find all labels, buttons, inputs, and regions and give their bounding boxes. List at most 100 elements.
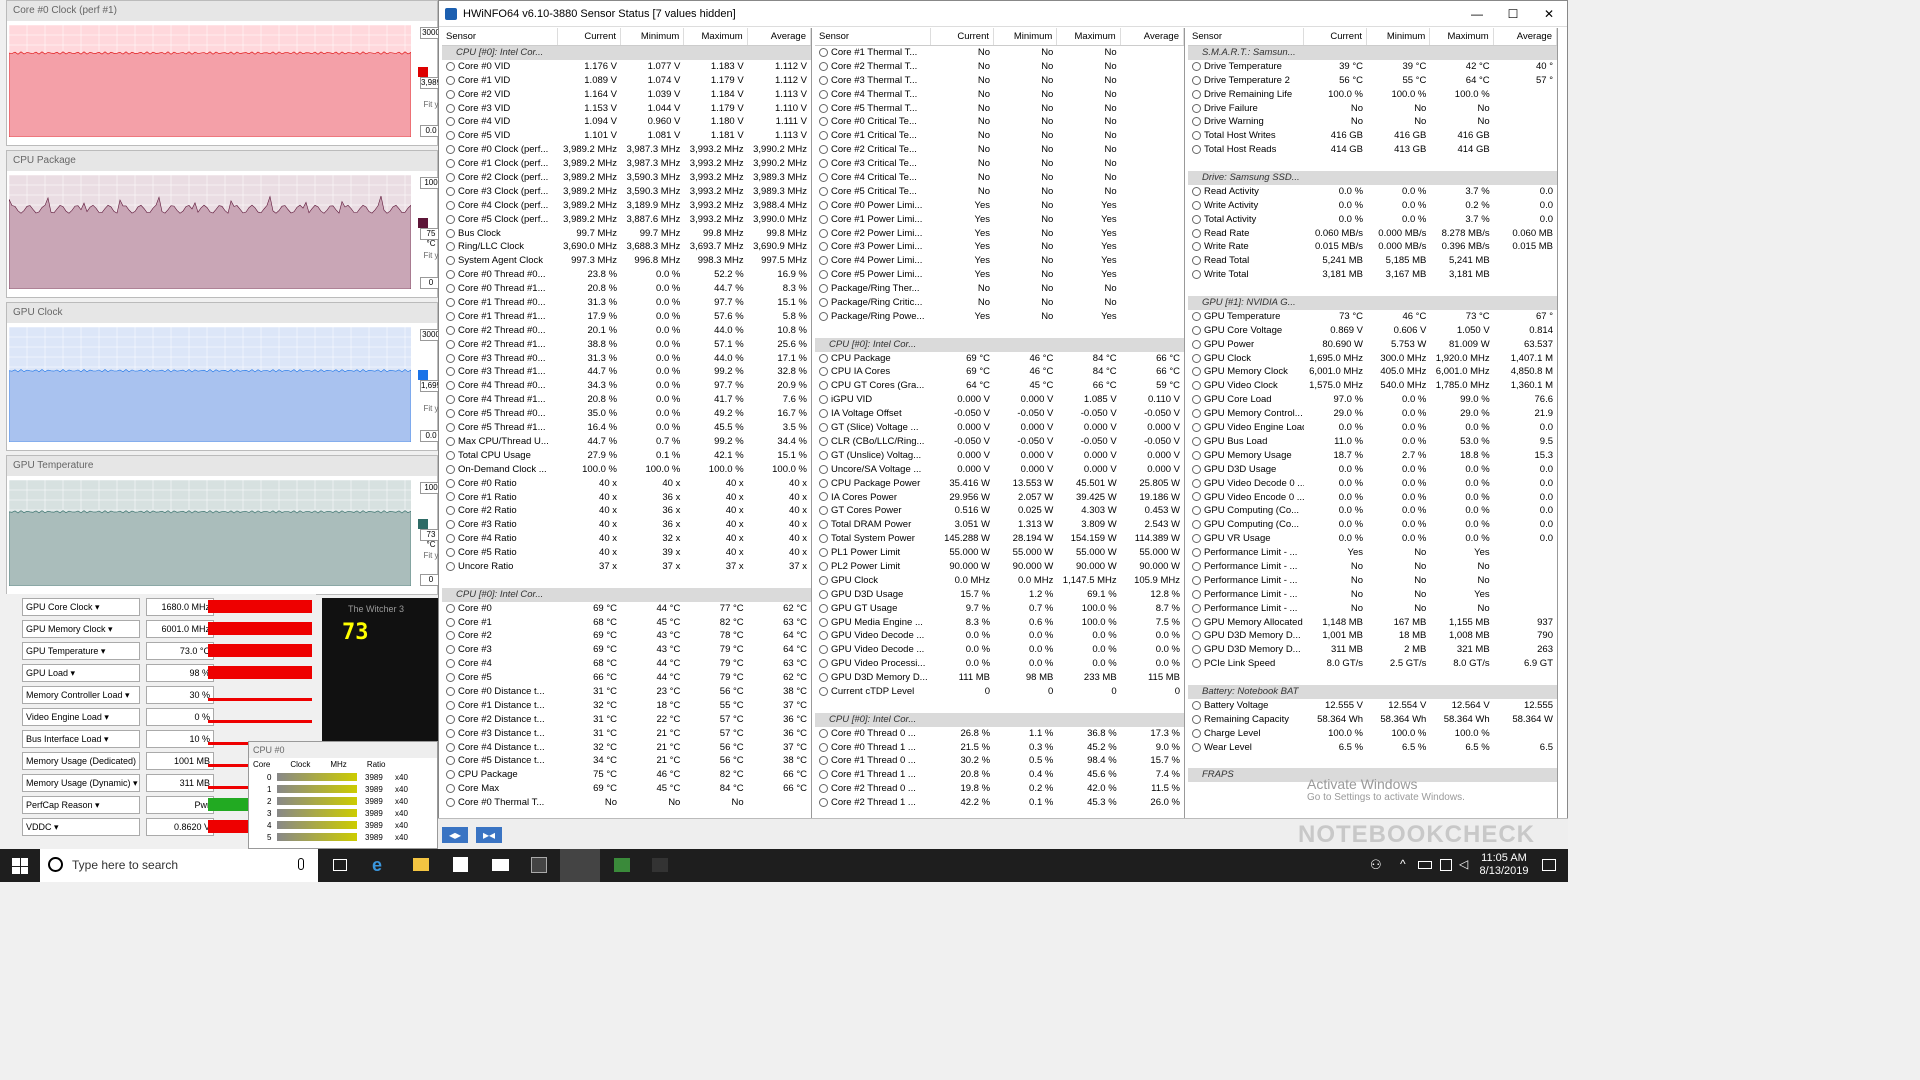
sensor-row[interactable]: GPU Computing (Co... 0.0 % 0.0 % 0.0 % 0.0 bbox=[1188, 518, 1557, 532]
sensor-row[interactable]: Core #4 68 °C 44 °C 79 °C 63 °C bbox=[442, 657, 811, 671]
sensor-row[interactable]: Uncore/SA Voltage ... 0.000 V 0.000 V 0.000… bbox=[815, 463, 1184, 477]
sensor-row[interactable]: Drive Temperature 39 °C 39 °C 42 °C 40 ° bbox=[1188, 60, 1557, 74]
sensor-row[interactable]: Read Rate 0.060 MB/s 0.000 MB/s 8.278 MB/s 0… bbox=[1188, 227, 1557, 241]
sensor-row[interactable]: Core #1 Thread #0... 31.3 % 0.0 % 97.7 % 15.… bbox=[442, 296, 811, 310]
column-header[interactable]: Minimum bbox=[994, 28, 1058, 45]
sensor-row[interactable]: GPU Core Voltage 0.869 V 0.606 V 1.050 V 0.8… bbox=[1188, 324, 1557, 338]
sensor-row[interactable]: Drive Remaining Life 100.0 % 100.0 % 100.0 … bbox=[1188, 88, 1557, 102]
sensor-row[interactable]: GPU Video Processi... 0.0 % 0.0 % 0.0 % 0.0 … bbox=[815, 657, 1184, 671]
osd-row[interactable]: Memory Controller Load ▾ 30 % bbox=[18, 686, 312, 704]
sensor-row[interactable]: GPU Temperature 73 °C 46 °C 73 °C 67 ° bbox=[1188, 310, 1557, 324]
sensor-row[interactable]: Core #5 Distance t... 34 °C 21 °C 56 °C 38 °… bbox=[442, 754, 811, 768]
sensor-row[interactable]: CPU Package 75 °C 46 °C 82 °C 66 °C bbox=[442, 768, 811, 782]
sensor-row[interactable]: GPU D3D Usage 15.7 % 1.2 % 69.1 % 12.8 % bbox=[815, 588, 1184, 602]
sensor-row[interactable]: Core #2 Clock (perf... 3,989.2 MHz 3,590.3… bbox=[442, 171, 811, 185]
sensor-row[interactable]: Core #1 Power Limi... Yes No Yes bbox=[815, 213, 1184, 227]
osd-row[interactable]: GPU Memory Clock ▾ 6001.0 MHz bbox=[18, 620, 312, 638]
sensor-row[interactable]: GPU D3D Memory D... 311 MB 2 MB 321 MB 263 bbox=[1188, 643, 1557, 657]
sensor-row[interactable]: GPU Video Encode 0 ... 0.0 % 0.0 % 0.0 % 0.0 bbox=[1188, 491, 1557, 505]
sensor-row[interactable]: Current cTDP Level 0 0 0 0 bbox=[815, 685, 1184, 699]
osd-label[interactable]: GPU Load ▾ bbox=[22, 664, 140, 682]
sensor-row[interactable]: IA Cores Power 29.956 W 2.057 W 39.425 W 19.… bbox=[815, 491, 1184, 505]
sensor-row[interactable]: Write Activity 0.0 % 0.0 % 0.2 % 0.0 bbox=[1188, 199, 1557, 213]
people-icon[interactable]: ⚇ bbox=[1370, 857, 1382, 873]
sensor-row[interactable]: Core #5 Thread #1... 16.4 % 0.0 % 45.5 % 3.5… bbox=[442, 421, 811, 435]
sensor-row[interactable]: CPU Package 69 °C 46 °C 84 °C 66 °C bbox=[815, 352, 1184, 366]
osd-row[interactable]: GPU Load ▾ 98 % bbox=[18, 664, 312, 682]
sensor-row[interactable]: Read Total 5,241 MB 5,185 MB 5,241 MB bbox=[1188, 254, 1557, 268]
sensor-row[interactable]: GPU Video Decode ... 0.0 % 0.0 % 0.0 % 0.0 % bbox=[815, 643, 1184, 657]
sensor-row[interactable]: CPU IA Cores 69 °C 46 °C 84 °C 66 °C bbox=[815, 365, 1184, 379]
osd-label[interactable]: Video Engine Load ▾ bbox=[22, 708, 140, 726]
sensor-row[interactable]: Core #4 Distance t... 32 °C 21 °C 56 °C 37 °… bbox=[442, 741, 811, 755]
sensor-row[interactable]: Core #4 Thread #0... 34.3 % 0.0 % 97.7 % 20.… bbox=[442, 379, 811, 393]
osd-row[interactable]: GPU Core Clock ▾ 1680.0 MHz bbox=[18, 598, 312, 616]
sensor-row[interactable]: Wear Level 6.5 % 6.5 % 6.5 % 6.5 bbox=[1188, 741, 1557, 755]
osd-row[interactable]: Bus Interface Load ▾ 10 % bbox=[18, 730, 312, 748]
sensor-row[interactable]: Core #1 VID 1.089 V 1.074 V 1.179 V 1.112 V bbox=[442, 74, 811, 88]
sensor-row[interactable]: Core #0 VID 1.176 V 1.077 V 1.183 V 1.112 V bbox=[442, 60, 811, 74]
sensor-row[interactable]: GPU Memory Allocated 1,148 MB 167 MB 1,155 … bbox=[1188, 616, 1557, 630]
sensor-row[interactable]: CPU Package Power 35.416 W 13.553 W 45.501 … bbox=[815, 477, 1184, 491]
expand-right-icon[interactable]: ▸◂ bbox=[476, 827, 502, 843]
cpu0-window[interactable]: CPU #0 Core Clock MHz Ratio 0 3989 x40 1 3989 x40… bbox=[248, 741, 438, 849]
sensor-row[interactable]: Core #0 Thermal T... No No No bbox=[442, 796, 811, 810]
sensor-row[interactable]: Core #5 Critical Te... No No No bbox=[815, 185, 1184, 199]
column-header[interactable]: Current bbox=[931, 28, 995, 45]
sensor-row[interactable]: Core #1 Thermal T... No No No bbox=[815, 46, 1184, 60]
sensor-row[interactable]: Core #2 Thermal T... No No No bbox=[815, 60, 1184, 74]
sensor-row[interactable]: Total Host Reads 414 GB 413 GB 414 GB bbox=[1188, 143, 1557, 157]
app-task-icon[interactable] bbox=[614, 858, 630, 872]
battery-icon[interactable] bbox=[1418, 861, 1432, 869]
sensor-column-3[interactable]: Sensor Current Minimum Maximum Average S.M.A.… bbox=[1188, 28, 1558, 818]
sensor-row[interactable]: GPU Media Engine ... 8.3 % 0.6 % 100.0 % 7.5… bbox=[815, 616, 1184, 630]
osd-label[interactable]: Memory Controller Load ▾ bbox=[22, 686, 140, 704]
witcher-icon[interactable] bbox=[531, 857, 547, 873]
sensor-row[interactable]: Core #3 Critical Te... No No No bbox=[815, 157, 1184, 171]
sensor-row[interactable]: Package/Ring Critic... No No No bbox=[815, 296, 1184, 310]
sensor-group-header[interactable]: CPU [#0]: Intel Cor... bbox=[815, 712, 1184, 727]
sensor-row[interactable]: Total Activity 0.0 % 0.0 % 3.7 % 0.0 bbox=[1188, 213, 1557, 227]
sensor-row[interactable]: Core #0 Critical Te... No No No bbox=[815, 115, 1184, 129]
sensor-row[interactable]: Core #5 Ratio 40 x 39 x 40 x 40 x bbox=[442, 546, 811, 560]
sensor-row[interactable]: iGPU VID 0.000 V 0.000 V 1.085 V 0.110 V bbox=[815, 393, 1184, 407]
osd-label[interactable]: GPU Temperature ▾ bbox=[22, 642, 140, 660]
sensor-row[interactable]: GPU D3D Memory D... 111 MB 98 MB 233 MB 115 … bbox=[815, 671, 1184, 685]
osd-row[interactable]: PerfCap Reason ▾ Pwr bbox=[18, 796, 312, 814]
sensor-row[interactable]: Core #2 Thread #0... 20.1 % 0.0 % 44.0 % 10.… bbox=[442, 324, 811, 338]
sensor-row[interactable]: Total Host Writes 416 GB 416 GB 416 GB bbox=[1188, 129, 1557, 143]
sensor-row[interactable]: GPU Computing (Co... 0.0 % 0.0 % 0.0 % 0.0 bbox=[1188, 504, 1557, 518]
sensor-row[interactable]: Battery Voltage 12.555 V 12.554 V 12.564 V1… bbox=[1188, 699, 1557, 713]
sensor-row[interactable]: Performance Limit - ... Yes No Yes bbox=[1188, 546, 1557, 560]
task-view-icon[interactable] bbox=[333, 859, 347, 871]
sensor-row[interactable]: Core #1 68 °C 45 °C 82 °C 63 °C bbox=[442, 616, 811, 630]
column-header[interactable]: Average bbox=[748, 28, 811, 45]
column-header[interactable]: Current bbox=[1304, 28, 1368, 45]
sensor-group-header[interactable]: Drive: Samsung SSD... bbox=[1188, 171, 1557, 185]
column-header[interactable]: Sensor bbox=[1188, 28, 1304, 45]
sensor-row[interactable]: Total System Power 145.288 W 28.194 W 154.1… bbox=[815, 532, 1184, 546]
sensor-row[interactable]: Core #2 Critical Te... No No No bbox=[815, 143, 1184, 157]
hwinfo-task-icon[interactable] bbox=[560, 849, 600, 882]
chevron-up-icon[interactable]: ^ bbox=[1400, 857, 1406, 871]
graph-panel[interactable]: Core #0 Clock (perf #1) 3000 3,989 Fit y 0.0… bbox=[6, 0, 442, 159]
sensor-column-2[interactable]: Sensor Current Minimum Maximum Average Core #… bbox=[815, 28, 1185, 818]
sensor-row[interactable]: Core #4 Critical Te... No No No bbox=[815, 171, 1184, 185]
sensor-row[interactable]: Core #2 Thread #1... 38.8 % 0.0 % 57.1 % 25.… bbox=[442, 338, 811, 352]
close-button[interactable]: ✕ bbox=[1531, 1, 1567, 27]
sensor-row[interactable]: Core #4 Ratio 40 x 32 x 40 x 40 x bbox=[442, 532, 811, 546]
column-header[interactable]: Maximum bbox=[1430, 28, 1494, 45]
graph-panel[interactable]: CPU Package10075 °CFit y0PCMark 8pcm10st… bbox=[6, 150, 442, 311]
sensor-row[interactable]: GT (Slice) Voltage ... 0.000 V 0.000 V 0.00… bbox=[815, 421, 1184, 435]
sensor-row[interactable]: GPU D3D Memory D... 1,001 MB 18 MB 1,008 MB… bbox=[1188, 629, 1557, 643]
sensor-group-header[interactable]: GPU [#1]: NVIDIA G... bbox=[1188, 296, 1557, 310]
sensor-row[interactable]: System Agent Clock 997.3 MHz 996.8 MHz 998.… bbox=[442, 254, 811, 268]
sensor-row[interactable]: Core #3 VID 1.153 V 1.044 V 1.179 V 1.110 V bbox=[442, 102, 811, 116]
sensor-row[interactable]: Core #2 Distance t... 31 °C 22 °C 57 °C 36 °… bbox=[442, 713, 811, 727]
sensor-row[interactable]: Core #3 Power Limi... Yes No Yes bbox=[815, 240, 1184, 254]
osd-label[interactable]: PerfCap Reason ▾ bbox=[22, 796, 140, 814]
sensor-row[interactable]: Core #5 Thread #0... 35.0 % 0.0 % 49.2 % 16.… bbox=[442, 407, 811, 421]
sensor-row[interactable]: GPU Clock 1,695.0 MHz 300.0 MHz 1,920.0 MHz… bbox=[1188, 352, 1557, 366]
osd-row[interactable]: Memory Usage (Dynamic) ▾ 311 MB bbox=[18, 774, 312, 792]
clock[interactable]: 11:05 AM 8/13/2019 bbox=[1474, 852, 1534, 878]
